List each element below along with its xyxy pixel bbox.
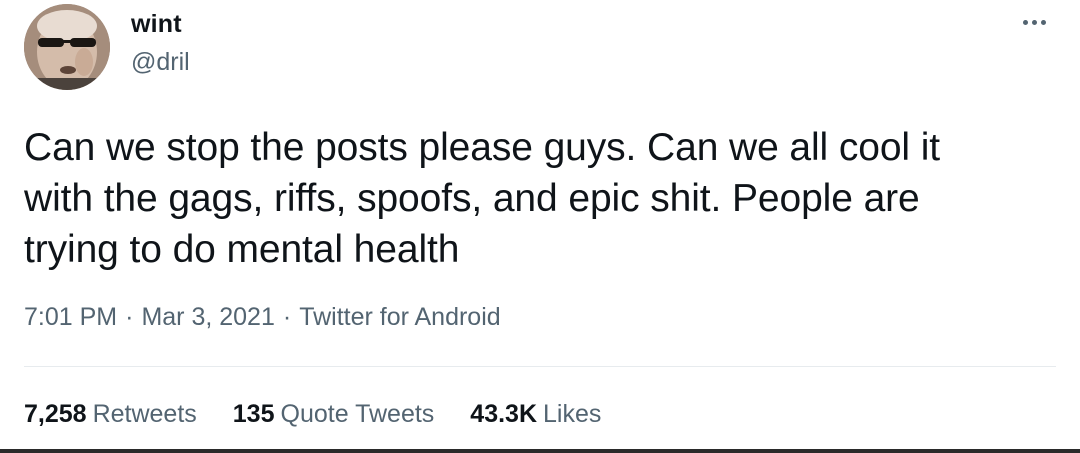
- more-options-button[interactable]: [1012, 10, 1056, 34]
- meta-separator: ·: [282, 303, 292, 331]
- tweet-card: wint @dril Can we stop the posts please …: [0, 0, 1080, 453]
- tweet-stats: 7,258 Retweets 135 Quote Tweets 43.3K Likes: [24, 397, 601, 431]
- quote-tweets-label: Quote Tweets: [280, 400, 435, 428]
- likes-count: 43.3K: [470, 400, 538, 428]
- quote-tweets-stat[interactable]: 135 Quote Tweets: [233, 397, 435, 431]
- likes-stat[interactable]: 43.3K Likes: [470, 397, 601, 431]
- retweets-label: Retweets: [92, 400, 197, 428]
- avatar-image: [24, 4, 110, 90]
- tweet-meta: 7:01 PM · Mar 3, 2021 · Twitter for Android: [24, 300, 501, 334]
- more-horizontal-icon-dot: [1031, 19, 1037, 25]
- tweet-text: Can we stop the posts please guys. Can w…: [24, 122, 1054, 275]
- tweet-source-link[interactable]: Twitter for Android: [299, 303, 500, 331]
- tweet-text-line: trying to do mental health: [24, 228, 460, 271]
- more-horizontal-icon: [1022, 19, 1028, 25]
- tweet-text-line: with the gags, riffs, spoofs, and epic s…: [24, 177, 920, 220]
- author-display-name[interactable]: wint: [131, 8, 182, 40]
- retweets-count: 7,258: [24, 400, 87, 428]
- avatar[interactable]: [24, 4, 110, 90]
- bottom-edge: [0, 449, 1080, 453]
- meta-separator: ·: [125, 303, 134, 331]
- retweets-stat[interactable]: 7,258 Retweets: [24, 397, 197, 431]
- quote-tweets-count: 135: [232, 400, 275, 428]
- divider: [24, 366, 1056, 367]
- tweet-text-line: Can we stop the posts please guys. Can w…: [24, 126, 941, 169]
- tweet-date-link[interactable]: Mar 3, 2021: [141, 303, 274, 331]
- likes-label: Likes: [543, 400, 602, 428]
- tweet-time-link[interactable]: 7:01 PM: [24, 303, 117, 331]
- more-horizontal-icon-dot: [1040, 19, 1046, 25]
- author-handle[interactable]: @dril: [131, 46, 190, 78]
